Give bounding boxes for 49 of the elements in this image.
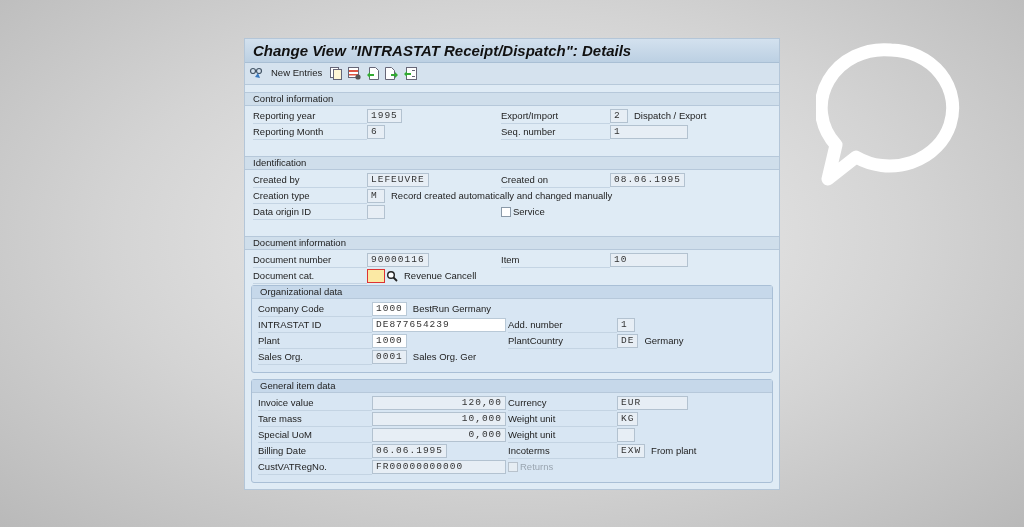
input-field[interactable]: KG <box>617 412 639 426</box>
input-field[interactable]: 0,000 <box>372 428 506 442</box>
delete-icon[interactable] <box>348 67 362 80</box>
input-field[interactable]: DE877654239 <box>372 318 506 332</box>
input-field[interactable]: 10 <box>610 253 688 267</box>
search-icon[interactable] <box>386 270 398 282</box>
copy-icon[interactable] <box>330 67 343 80</box>
input-field[interactable]: 1 <box>610 125 688 139</box>
section-header: Document information <box>245 237 779 250</box>
checkbox-label: Returns <box>520 459 554 474</box>
input-field[interactable]: 1 <box>617 318 635 332</box>
field-description: Sales Org. Ger <box>412 349 477 364</box>
input-field[interactable]: EXW <box>617 444 646 458</box>
input-field[interactable]: 08.06.1995 <box>610 173 685 187</box>
input-field[interactable]: 6 <box>367 125 385 139</box>
input-field[interactable]: 90000116 <box>367 253 429 267</box>
section-header: General item data <box>252 380 772 393</box>
window-title: Change View "INTRASTAT Receipt/Dispatch": Details <box>245 39 779 63</box>
field-description: Dispatch / Export <box>634 108 707 123</box>
input-field[interactable] <box>367 269 385 283</box>
input-field[interactable]: 1995 <box>367 109 402 123</box>
section-header: Identification <box>245 157 779 170</box>
new-entries-button[interactable]: New Entries <box>269 66 325 81</box>
input-field[interactable]: 120,00 <box>372 396 506 410</box>
section-header: Control information <box>245 93 779 106</box>
field-description: From plant <box>651 443 697 458</box>
input-field[interactable]: 06.06.1995 <box>372 444 447 458</box>
input-field[interactable]: 10,000 <box>372 412 506 426</box>
field-description: Germany <box>644 333 684 348</box>
checkbox[interactable] <box>501 207 511 217</box>
input-field[interactable]: 1000 <box>372 302 407 316</box>
field-description: BestRun Germany <box>412 301 491 316</box>
input-field[interactable]: 0001 <box>372 350 407 364</box>
document-arrow-icon[interactable] <box>367 67 380 80</box>
input-field[interactable] <box>367 205 385 219</box>
section-header: Organizational data <box>252 286 772 299</box>
input-field[interactable]: FR00000000000 <box>372 460 506 474</box>
input-field[interactable]: DE <box>617 334 639 348</box>
input-field[interactable]: LEFEUVRE <box>367 173 429 187</box>
glasses-icon[interactable] <box>249 67 263 80</box>
field-description: Revenue Cancell <box>404 268 477 283</box>
input-field[interactable]: 2 <box>610 109 628 123</box>
document-arrow-icon[interactable] <box>385 67 399 80</box>
field-description: Record created automatically and changed manually <box>391 188 613 203</box>
input-field[interactable] <box>617 428 635 442</box>
input-field[interactable]: M <box>367 189 385 203</box>
checkbox-label: Service <box>513 204 545 219</box>
input-field[interactable]: EUR <box>617 396 688 410</box>
input-field[interactable]: 1000 <box>372 334 407 348</box>
